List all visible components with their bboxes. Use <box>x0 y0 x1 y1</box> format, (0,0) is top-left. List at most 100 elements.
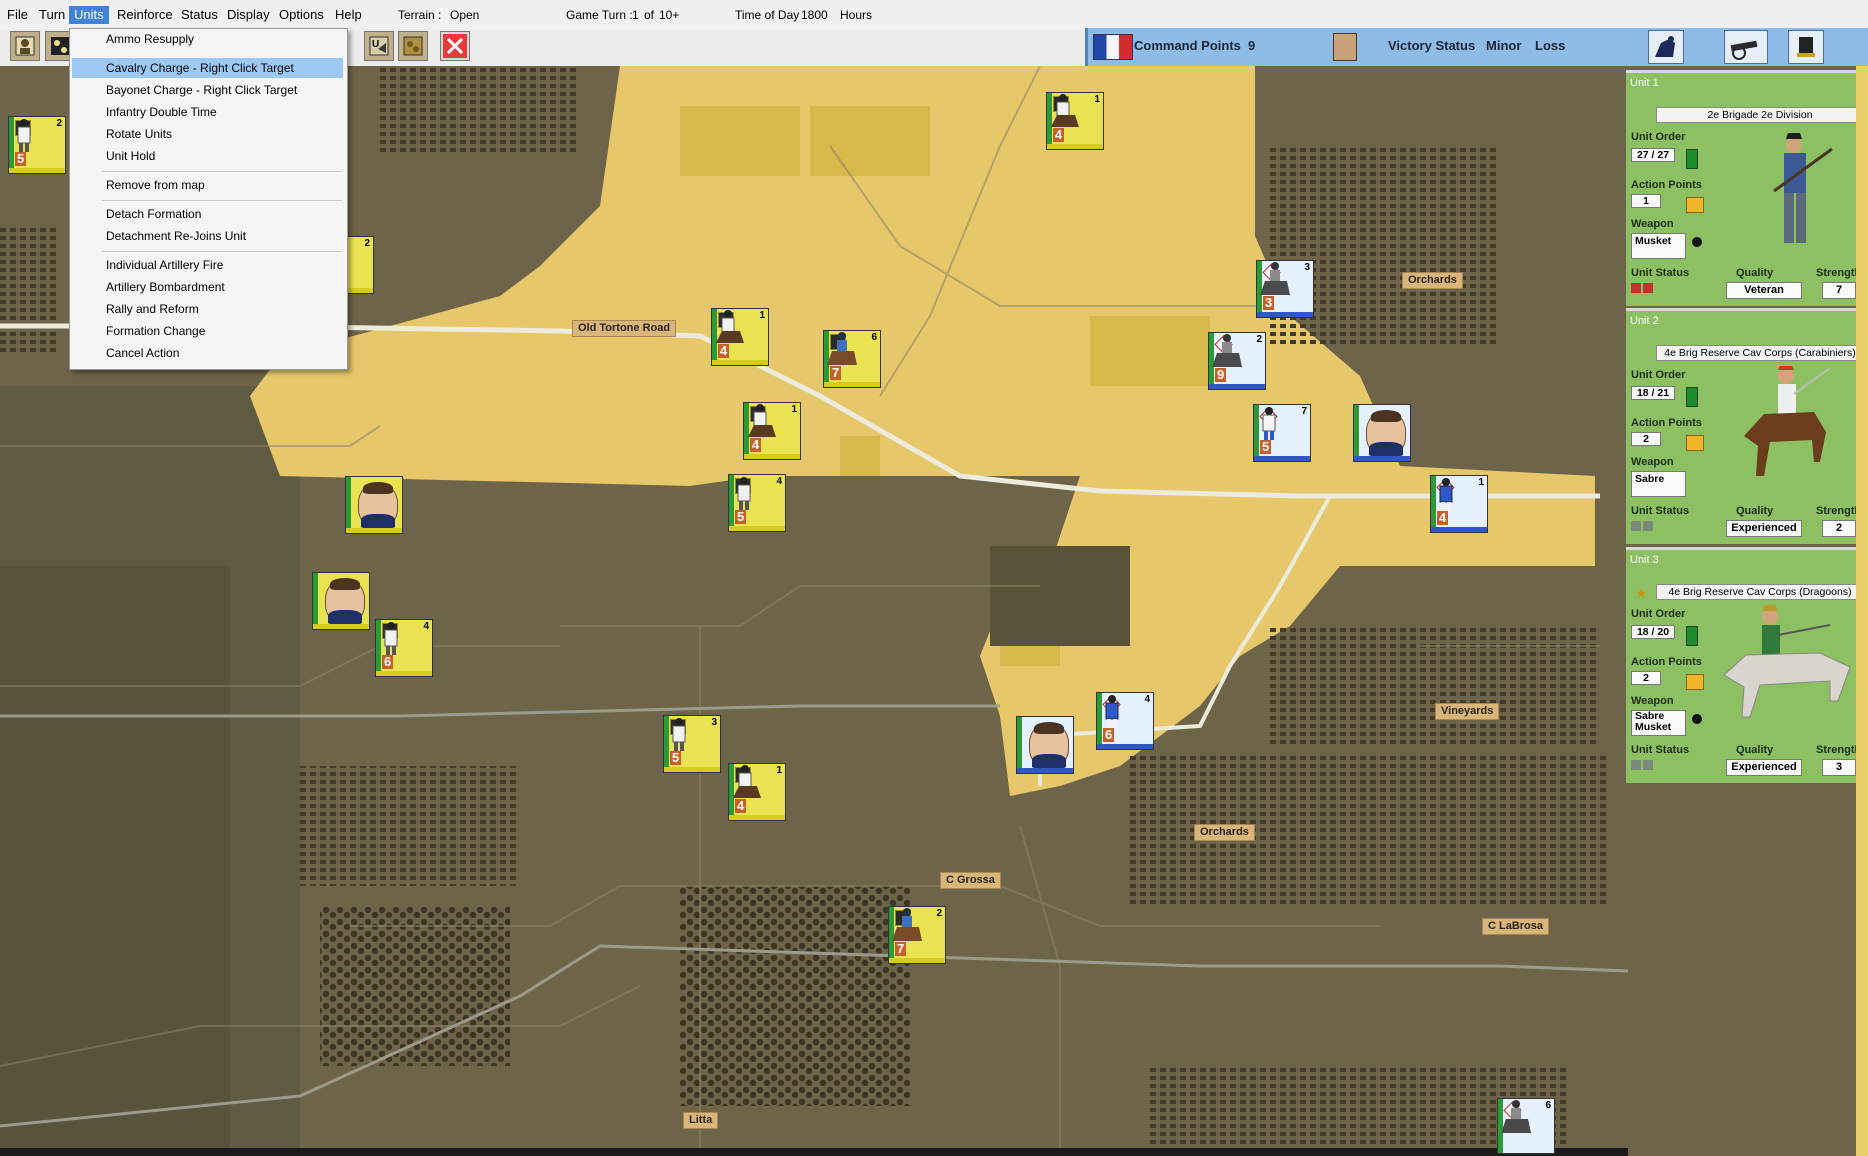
menu-help[interactable]: Help <box>330 6 367 24</box>
unit-panel-1[interactable]: Unit 1 2e Brigade 2e Division Unit Order… <box>1626 70 1868 306</box>
unit-number: 2 <box>1256 334 1262 345</box>
menu-units[interactable]: Units <box>69 6 109 24</box>
unit-counter[interactable]: 46 <box>375 619 433 677</box>
quality-label: Quality <box>1736 267 1774 279</box>
cavalry-icon <box>892 908 922 941</box>
unit-counter[interactable]: 46 <box>1096 692 1154 750</box>
menu-file[interactable]: File <box>2 6 33 24</box>
unit-counter[interactable]: 14 <box>1430 475 1488 533</box>
unit-number: 1 <box>1094 94 1100 105</box>
unit-bar <box>744 454 800 459</box>
turn-label: Game Turn : <box>566 8 633 22</box>
menu-item-formation-change[interactable]: Formation Change <box>72 321 343 341</box>
menu-display[interactable]: Display <box>222 6 275 24</box>
unit-counter[interactable]: 67 <box>823 330 881 388</box>
unit-counter[interactable]: 29 <box>1208 332 1266 390</box>
time-unit: Hours <box>840 8 873 22</box>
unit-stripe <box>1017 717 1022 773</box>
unit-info-button[interactable] <box>10 31 40 61</box>
unit-bar <box>1431 527 1487 532</box>
menu-status[interactable]: Status <box>176 6 223 24</box>
unit-bar <box>889 958 945 963</box>
menu-item-detachment-rejoins[interactable]: Detachment Re-Joins Unit <box>72 226 343 246</box>
cancel-button[interactable] <box>440 31 470 61</box>
shako-icon <box>1797 37 1815 57</box>
menu-item-rally-and-reform[interactable]: Rally and Reform <box>72 299 343 319</box>
menu-item-infantry-double-time[interactable]: Infantry Double Time <box>72 102 343 122</box>
unit-counter[interactable]: 25 <box>8 116 66 174</box>
infantry-icon <box>1439 478 1453 511</box>
menu-bar: File Turn Units Reinforce Status Display… <box>0 0 1868 31</box>
menu-item-remove-from-map[interactable]: Remove from map <box>72 175 343 195</box>
unit-counter[interactable]: 14 <box>743 402 801 460</box>
star-icon: ★ <box>1635 585 1648 601</box>
infantry-icon <box>17 119 31 152</box>
menu-item-detach-formation[interactable]: Detach Formation <box>72 204 343 224</box>
unit-strength: 4 <box>735 798 747 813</box>
action-points-value: 2 <box>1631 432 1661 446</box>
unit-panel-title: Unit 1 <box>1630 77 1659 89</box>
commander-portrait-icon[interactable] <box>1333 33 1357 61</box>
officer-icon <box>1051 94 1079 127</box>
terrain-button[interactable] <box>398 31 428 61</box>
unit-bar <box>729 815 785 820</box>
menu-separator <box>102 251 342 252</box>
time-value: 1800 <box>801 8 828 22</box>
close-icon <box>443 34 467 58</box>
unit-number: 4 <box>1144 694 1150 705</box>
unit-number: 6 <box>871 332 877 343</box>
menu-item-unit-hold[interactable]: Unit Hold <box>72 146 343 166</box>
artillery-filter-button[interactable] <box>1724 30 1768 64</box>
unit-number: 2 <box>936 908 942 919</box>
unit-order-value: 18 / 20 <box>1631 625 1675 639</box>
menu-item-bayonet-charge[interactable]: Bayonet Charge - Right Click Target <box>72 80 343 100</box>
time-label: Time of Day <box>735 8 800 22</box>
unit-counter[interactable]: 14 <box>711 308 769 366</box>
unit-counter[interactable]: 27 <box>888 906 946 964</box>
order-bar-icon <box>1686 626 1698 646</box>
unit-counter[interactable]: 35 <box>663 715 721 773</box>
leader-counter[interactable] <box>1353 404 1411 462</box>
unit-panel-2[interactable]: Unit 2 4e Brig Reserve Cav Corps (Carabi… <box>1626 308 1868 544</box>
map-scrollbar[interactable] <box>1856 66 1868 1156</box>
quality-label: Quality <box>1736 505 1774 517</box>
strength-label: Strength <box>1816 267 1862 279</box>
leader-counter[interactable] <box>312 572 370 630</box>
unit-order-value: 18 / 21 <box>1631 386 1675 400</box>
leader-counter[interactable] <box>345 476 403 534</box>
unit-hold-button[interactable]: U <box>364 31 394 61</box>
unit-counter[interactable]: 33 <box>1256 260 1314 318</box>
action-points-label: Action Points <box>1631 656 1702 668</box>
infantry-filter-button[interactable] <box>1788 30 1824 64</box>
unit-bar <box>1354 456 1410 461</box>
status-c-icon <box>1643 521 1653 531</box>
menu-item-cancel-action[interactable]: Cancel Action <box>72 343 343 363</box>
infantry-icon <box>672 718 686 751</box>
cavalry-filter-button[interactable] <box>1648 30 1684 64</box>
unit-number: 6 <box>1545 1100 1551 1111</box>
unit-name: 2e Brigade 2e Division <box>1656 107 1864 123</box>
menu-reinforce[interactable]: Reinforce <box>112 6 178 24</box>
quality-value: Experienced <box>1726 520 1802 537</box>
unit-number: 1 <box>791 404 797 415</box>
menu-options[interactable]: Options <box>274 6 329 24</box>
menu-item-artillery-bombardment[interactable]: Artillery Bombardment <box>72 277 343 297</box>
unit-strength: 5 <box>670 750 682 765</box>
unit-counter[interactable]: 6 <box>1497 1098 1555 1154</box>
menu-turn[interactable]: Turn <box>34 6 70 24</box>
menu-item-individual-artillery-fire[interactable]: Individual Artillery Fire <box>72 255 343 275</box>
menu-item-cavalry-charge[interactable]: Cavalry Charge - Right Click Target <box>72 58 343 78</box>
leader-counter[interactable] <box>1016 716 1074 774</box>
unit-panel-title: Unit 3 <box>1630 554 1659 566</box>
unit-bar <box>664 767 720 772</box>
unit-counter[interactable]: 45 <box>728 474 786 532</box>
menu-item-rotate-units[interactable]: Rotate Units <box>72 124 343 144</box>
cavalry-figure-icon <box>1744 366 1831 476</box>
menu-item-ammo-resupply[interactable]: Ammo Resupply <box>72 29 343 49</box>
unit-panel-3[interactable]: Unit 3 ★ 4e Brig Reserve Cav Corps (Drag… <box>1626 547 1868 783</box>
unit-counter[interactable]: 14 <box>1046 92 1104 150</box>
unit-counter[interactable]: 75 <box>1253 404 1311 462</box>
unit-counter[interactable]: 14 <box>728 763 786 821</box>
order-bar-icon <box>1686 149 1698 169</box>
action-points-icon <box>1686 197 1704 213</box>
